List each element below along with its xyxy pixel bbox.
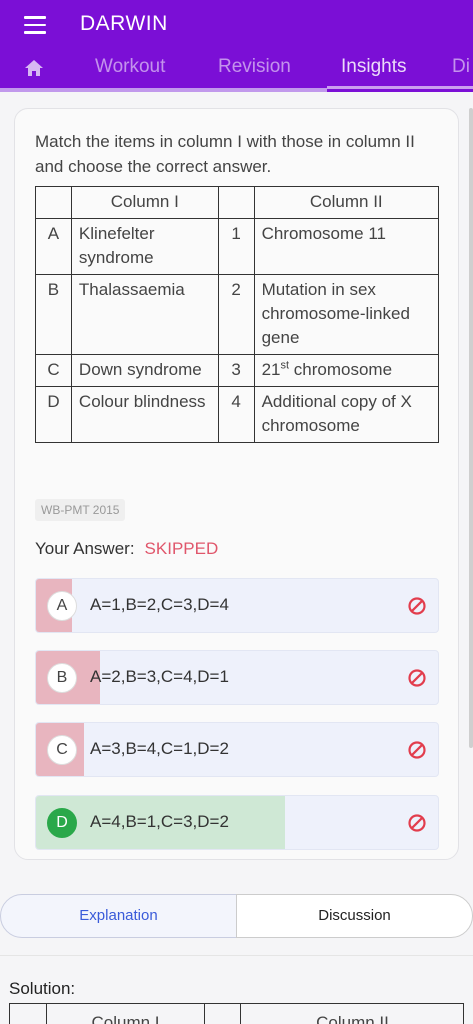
app-title: DARWIN	[80, 12, 168, 35]
ban-icon	[408, 669, 426, 687]
tab-explanation[interactable]: Explanation	[0, 894, 237, 938]
row-column-1: Down syndrome	[70, 354, 219, 387]
question-card: Match the items in column I with those i…	[14, 108, 459, 860]
option-text: A=3,B=4,C=1,D=2	[90, 739, 229, 758]
divider	[0, 955, 473, 956]
question-text: Match the items in column I with those i…	[35, 132, 415, 176]
table-header-cell	[35, 186, 72, 219]
solution-label: Solution:	[9, 979, 76, 998]
hamburger-menu-icon[interactable]	[24, 16, 46, 34]
ban-icon	[408, 814, 426, 832]
option-a[interactable]: A A=1,B=2,C=3,D=4	[35, 578, 439, 633]
tab-revision[interactable]: Revision	[218, 56, 291, 78]
solution-header-cell	[204, 1004, 240, 1024]
row-column-2: 21st chromosome	[253, 354, 440, 387]
table-header-row: Column I Column II	[35, 186, 440, 219]
row-column-2: Chromosome 11	[253, 218, 440, 275]
solution-header-column-1: Column I	[46, 1004, 204, 1024]
option-text: A=1,B=2,C=3,D=4	[90, 595, 229, 614]
option-d[interactable]: D A=4,B=1,C=3,D=2	[35, 795, 439, 850]
table-row: D Colour blindness 4 Additional copy of …	[35, 386, 440, 443]
table-row: C Down syndrome 3 21st chromosome	[35, 354, 440, 387]
table-row: B Thalassaemia 2 Mutation in sex chromos…	[35, 274, 440, 355]
row-number: 1	[217, 218, 255, 275]
tab-bar: Workout Revision Insights Di	[0, 48, 473, 92]
ban-icon	[408, 741, 426, 759]
table-header-cell	[217, 186, 255, 219]
row-key: A	[35, 218, 72, 275]
option-c[interactable]: C A=3,B=4,C=1,D=2	[35, 722, 439, 777]
option-letter: C	[47, 735, 77, 765]
home-icon[interactable]	[24, 58, 44, 78]
row-column-1: Colour blindness	[70, 386, 219, 443]
solution-header-cell	[10, 1004, 46, 1024]
row-key: B	[35, 274, 72, 355]
app-bar: DARWIN Workout Revision Insights Di	[0, 0, 473, 92]
row-column-1: Klinefelter syndrome	[70, 218, 219, 275]
ordinal-number: 21	[261, 360, 281, 379]
option-letter: A	[47, 591, 77, 621]
answer-status: SKIPPED	[144, 539, 219, 558]
table-row: A Klinefelter syndrome 1 Chromosome 11	[35, 218, 440, 275]
your-answer: Your Answer: SKIPPED	[35, 539, 218, 559]
row-number: 2	[217, 274, 255, 355]
tab-discussion[interactable]: Discussion	[236, 894, 473, 938]
ban-icon	[408, 597, 426, 615]
row-column-2: Additional copy of X chromosome	[253, 386, 440, 443]
tab-workout[interactable]: Workout	[95, 56, 165, 78]
option-letter: B	[47, 663, 77, 693]
option-b[interactable]: B A=2,B=3,C=4,D=1	[35, 650, 439, 705]
table-header-column-2: Column II	[253, 186, 440, 219]
row-column-2: Mutation in sex chromosome-linked gene	[253, 274, 440, 355]
match-table: Column I Column II A Klinefelter syndrom…	[35, 186, 440, 443]
option-letter: D	[47, 808, 77, 838]
your-answer-label: Your Answer:	[35, 539, 135, 558]
active-tab-indicator	[327, 86, 473, 89]
tab-progress-bar	[0, 88, 327, 92]
solution-header-column-2: Column II	[240, 1004, 464, 1024]
table-header-column-1: Column I	[70, 186, 219, 219]
tab-partial[interactable]: Di	[452, 56, 470, 78]
row-key: C	[35, 354, 72, 387]
source-badge: WB-PMT 2015	[35, 499, 126, 521]
row-key: D	[35, 386, 72, 443]
option-text: A=4,B=1,C=3,D=2	[90, 812, 229, 831]
ordinal-suffix: st	[280, 359, 290, 372]
row-number: 3	[217, 354, 255, 387]
ordinal-text: chromosome	[289, 360, 393, 379]
tab-insights[interactable]: Insights	[341, 56, 406, 78]
scrollbar[interactable]	[469, 108, 473, 748]
row-column-1: Thalassaemia	[70, 274, 219, 355]
solution-table: Column I Column II	[9, 1003, 464, 1024]
row-number: 4	[217, 386, 255, 443]
option-text: A=2,B=3,C=4,D=1	[90, 667, 229, 686]
